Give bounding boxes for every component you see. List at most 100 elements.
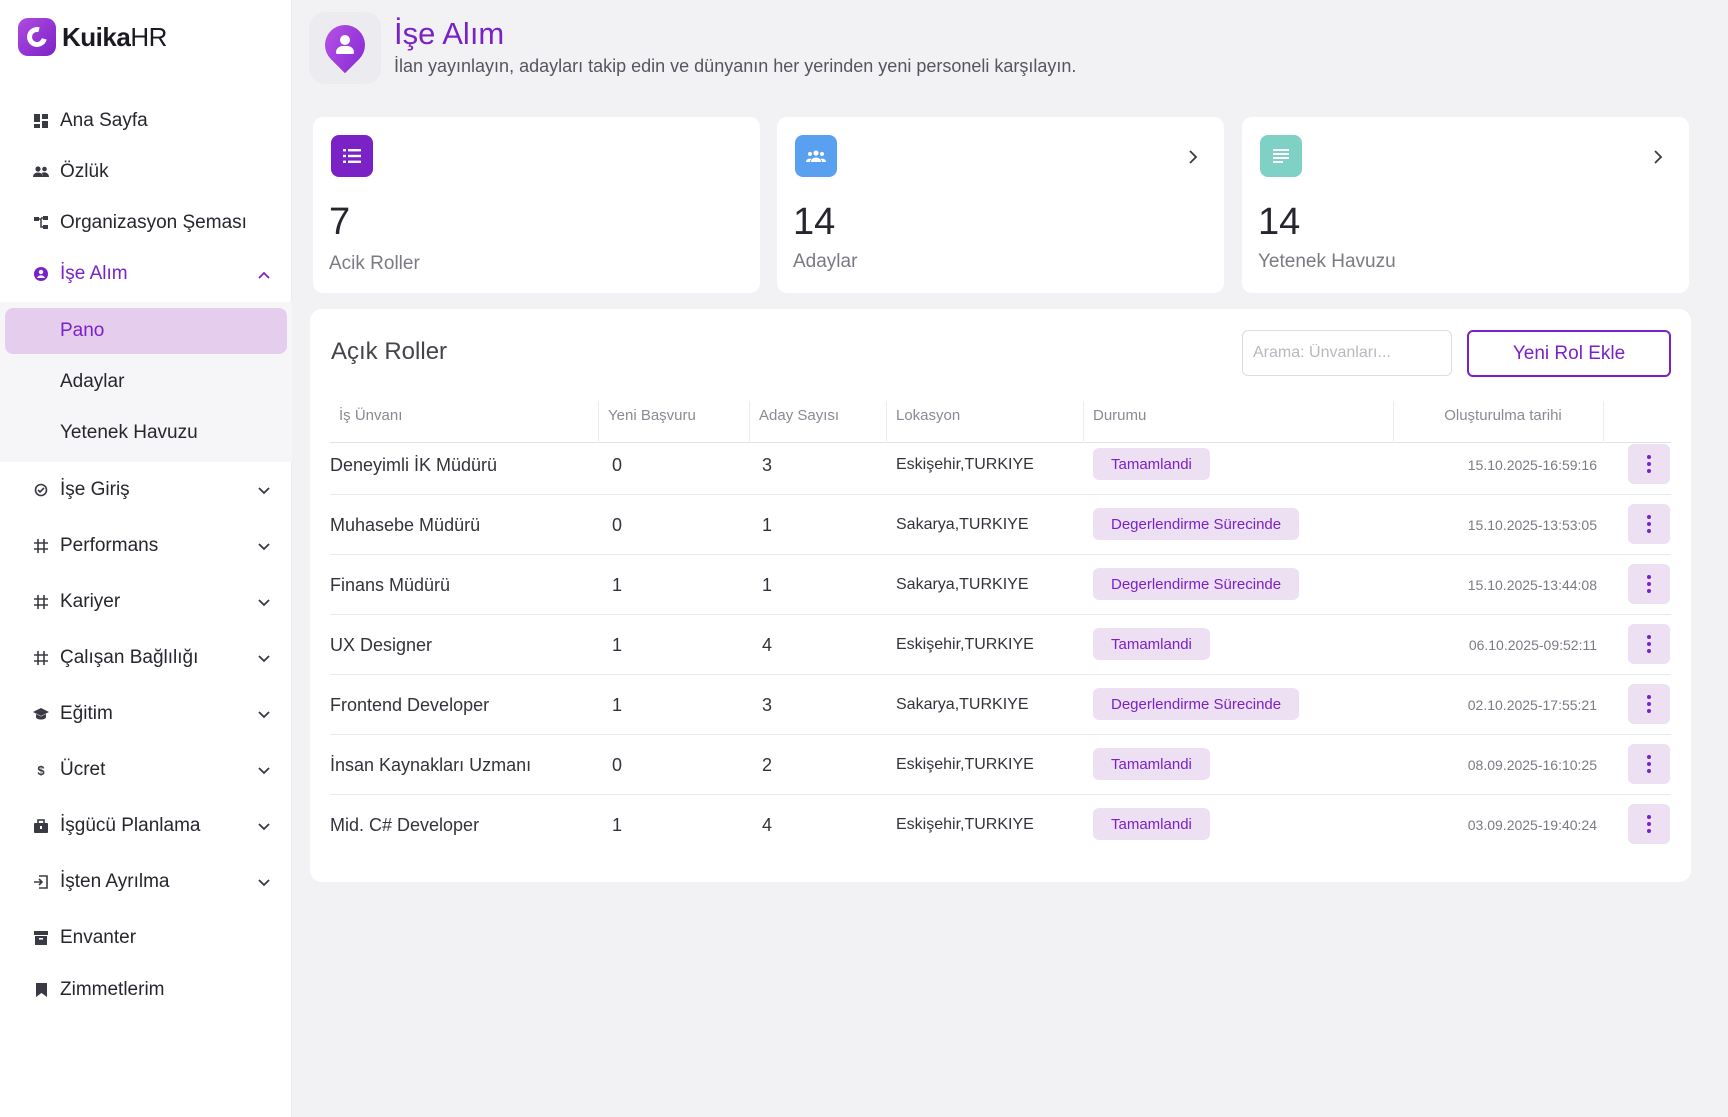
dot: [1647, 755, 1651, 759]
more-options-button[interactable]: [1628, 564, 1670, 604]
more-options-button[interactable]: [1628, 684, 1670, 724]
sidebar-item-label: İşe Alım: [60, 263, 128, 284]
people-icon: [33, 164, 49, 180]
role-title[interactable]: İnsan Kaynakları Uzmanı: [330, 735, 598, 795]
open-roles-panel: Açık Roller Yeni Rol Ekle İş Ünvanı Yeni…: [310, 309, 1691, 882]
table-row[interactable]: Frontend Developer 1 3 Sakarya,TURKIYE Deger…: [330, 675, 1671, 735]
sidebar-item-label: Eğitim: [60, 703, 113, 724]
sidebar-subitem-yetenek-havuzu[interactable]: Yetenek Havuzu: [5, 410, 287, 456]
chevron-right-icon[interactable]: [1654, 147, 1663, 170]
dot: [1647, 769, 1651, 773]
dot: [1647, 455, 1651, 459]
sidebar-item-egitim[interactable]: Eğitim: [0, 694, 292, 734]
sidebar-item-ozluk[interactable]: Özlük: [0, 152, 292, 192]
role-title[interactable]: Muhasebe Müdürü: [330, 495, 598, 555]
created-date: 15.10.2025-16:59:16: [1467, 457, 1597, 473]
sidebar-item-organizasyon[interactable]: Organizasyon Şeması: [0, 203, 292, 243]
search-input[interactable]: [1242, 330, 1452, 376]
bookmark-icon: [33, 982, 49, 998]
table-row[interactable]: UX Designer 1 4 Eskişehir,TURKIYE Tamamlandi…: [330, 615, 1671, 675]
dot: [1647, 695, 1651, 699]
table-row[interactable]: Deneyimli İK Müdürü 0 3 Eskişehir,TURKIYE Ta…: [330, 435, 1671, 495]
created-date: 03.09.2025-19:40:24: [1467, 817, 1597, 833]
dot: [1647, 469, 1651, 473]
created-date: 15.10.2025-13:53:05: [1467, 517, 1597, 533]
grid-hash-icon: [33, 594, 49, 610]
table-row[interactable]: Finans Müdürü 1 1 Sakarya,TURKIYE Degerlendi…: [330, 555, 1671, 615]
sidebar-item-ise-giris[interactable]: İşe Giriş: [0, 470, 292, 510]
role-title[interactable]: Finans Müdürü: [330, 555, 598, 615]
dot: [1647, 462, 1651, 466]
stat-card-adaylar[interactable]: 14 Adaylar: [777, 117, 1224, 293]
table-row[interactable]: İnsan Kaynakları Uzmanı 0 2 Eskişehir,TURKI…: [330, 735, 1671, 795]
status-badge: Tamamlandi: [1093, 748, 1210, 780]
sidebar: KuikaHR Ana Sayfa Özlük Organizasyon Şem…: [0, 0, 292, 1117]
sidebar-item-ise-alim[interactable]: İşe Alım: [0, 254, 292, 294]
sidebar-item-ucret[interactable]: $ Ücret: [0, 750, 292, 790]
dot: [1647, 582, 1651, 586]
app-logo[interactable]: KuikaHR: [18, 18, 167, 56]
dashboard-icon: [33, 113, 49, 129]
sidebar-item-kariyer[interactable]: Kariyer: [0, 582, 292, 622]
stat-card-yetenek-havuzu[interactable]: 14 Yetenek Havuzu: [1242, 117, 1689, 293]
stat-value: 14: [793, 201, 836, 243]
candidate-count: 4: [762, 634, 773, 655]
chevron-down-icon: [258, 539, 270, 554]
location: Sakarya,TURKIYE: [896, 516, 1029, 533]
sidebar-item-label: Çalışan Bağlılığı: [60, 647, 199, 668]
chevron-down-icon: [258, 707, 270, 722]
dot: [1647, 822, 1651, 826]
dot: [1647, 589, 1651, 593]
more-options-button[interactable]: [1628, 504, 1670, 544]
sidebar-item-isgucu-planlama[interactable]: İşgücü Planlama: [0, 806, 292, 846]
chevron-down-icon: [258, 875, 270, 890]
sidebar-subitem-adaylar[interactable]: Adaylar: [5, 359, 287, 405]
chevron-right-icon[interactable]: [1189, 147, 1198, 170]
location: Eskişehir,TURKIYE: [896, 636, 1034, 653]
recruitment-header-icon: [309, 12, 381, 84]
group-icon: [795, 135, 837, 177]
status-badge: Degerlendirme Sürecinde: [1093, 688, 1300, 720]
sidebar-item-ana-sayfa[interactable]: Ana Sayfa: [0, 101, 292, 141]
sidebar-item-calisan-bagliligi[interactable]: Çalışan Bağlılığı: [0, 638, 292, 678]
status-badge: Degerlendirme Sürecinde: [1093, 508, 1300, 540]
role-title[interactable]: Deneyimli İK Müdürü: [330, 435, 598, 495]
dot: [1647, 709, 1651, 713]
dollar-icon: $: [37, 762, 45, 778]
new-applications-count: 1: [612, 694, 623, 715]
sidebar-subitem-pano[interactable]: Pano: [5, 308, 287, 354]
role-title[interactable]: Mid. C# Developer: [330, 795, 598, 855]
candidate-count: 3: [762, 694, 773, 715]
grid-hash-icon: [33, 650, 49, 666]
more-options-button[interactable]: [1628, 624, 1670, 664]
more-options-button[interactable]: [1628, 444, 1670, 484]
chevron-down-icon: [258, 819, 270, 834]
role-title[interactable]: Frontend Developer: [330, 675, 598, 735]
sidebar-item-label: Özlük: [60, 161, 109, 182]
status-badge: Tamamlandi: [1093, 448, 1210, 480]
stat-value: 7: [329, 201, 351, 243]
dot: [1647, 762, 1651, 766]
page-subtitle: İlan yayınlayın, adayları takip edin ve …: [394, 56, 1077, 76]
chevron-down-icon: [258, 483, 270, 498]
sidebar-item-envanter[interactable]: Envanter: [0, 918, 292, 958]
add-role-button[interactable]: Yeni Rol Ekle: [1467, 330, 1671, 377]
sidebar-item-isten-ayrilma[interactable]: İşten Ayrılma: [0, 862, 292, 902]
person-badge-icon: [33, 266, 49, 282]
sidebar-item-zimmetlerim[interactable]: Zimmetlerim: [0, 970, 292, 1010]
more-options-button[interactable]: [1628, 744, 1670, 784]
new-applications-count: 0: [612, 454, 623, 475]
role-title[interactable]: UX Designer: [330, 615, 598, 675]
more-options-button[interactable]: [1628, 804, 1670, 844]
sidebar-item-label: Ücret: [60, 759, 106, 780]
dot: [1647, 642, 1651, 646]
table-row[interactable]: Muhasebe Müdürü 0 1 Sakarya,TURKIYE Degerlen…: [330, 495, 1671, 555]
dot: [1647, 575, 1651, 579]
table-row[interactable]: Mid. C# Developer 1 4 Eskişehir,TURKIYE Tama…: [330, 795, 1671, 855]
sidebar-item-performans[interactable]: Performans: [0, 526, 292, 566]
stat-label: Acik Roller: [329, 253, 420, 274]
kuika-logo-icon: [18, 18, 56, 56]
archive-icon: [33, 930, 49, 946]
dot: [1647, 635, 1651, 639]
dot: [1647, 522, 1651, 526]
